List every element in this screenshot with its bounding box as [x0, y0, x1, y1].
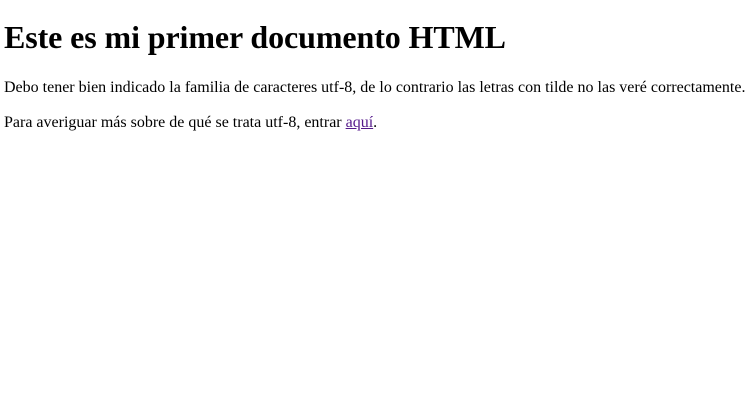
page-body: Este es mi primer documento HTML Debo te…	[0, 0, 747, 414]
more-info-text: Para averiguar más sobre de qué se trata…	[4, 114, 346, 131]
utf8-explanation-paragraph: Debo tener bien indicado la familia de c…	[4, 79, 746, 96]
page-heading: Este es mi primer documento HTML	[4, 19, 506, 55]
more-info-period: .	[373, 114, 378, 131]
aqui-link[interactable]: aquí	[346, 114, 374, 131]
more-info-paragraph: Para averiguar más sobre de qué se trata…	[4, 113, 377, 133]
